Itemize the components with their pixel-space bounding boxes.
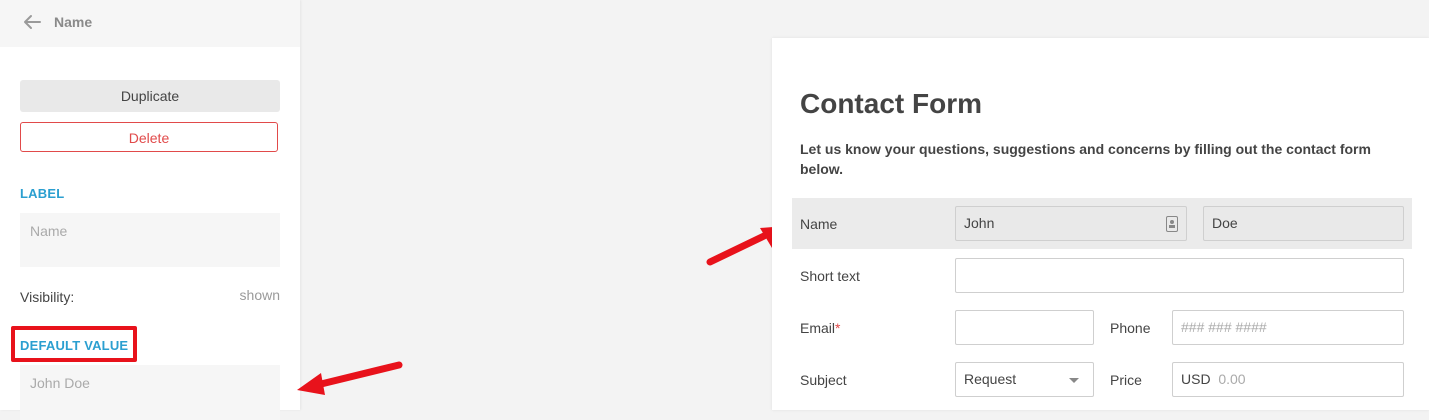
- short-text-label: Short text: [800, 268, 860, 284]
- email-label-text: Email: [800, 320, 836, 336]
- annotation-arrow-left: [297, 361, 403, 395]
- price-placeholder: 0.00: [1218, 371, 1246, 387]
- default-value-input[interactable]: John Doe: [20, 365, 280, 420]
- first-name-input[interactable]: John: [955, 206, 1187, 241]
- price-currency: USD: [1181, 371, 1211, 387]
- panel-title: Name: [54, 14, 93, 30]
- label-section-title: LABEL: [20, 186, 65, 201]
- short-text-input[interactable]: [955, 258, 1404, 293]
- form-preview-card: Contact Form Let us know your questions,…: [772, 38, 1429, 410]
- chevron-down-icon: [1069, 378, 1079, 383]
- subject-label: Subject: [800, 372, 847, 388]
- panel-header: Name: [0, 0, 300, 47]
- duplicate-button[interactable]: Duplicate: [20, 80, 280, 112]
- contact-card-icon: [1166, 216, 1178, 232]
- field-settings-panel: Name Duplicate Delete LABEL Name Visibil…: [0, 0, 300, 420]
- subject-selected-value: Request: [964, 371, 1017, 387]
- subject-select[interactable]: Request: [955, 362, 1094, 397]
- form-description: Let us know your questions, suggestions …: [800, 141, 1371, 177]
- price-input[interactable]: USD 0.00: [1172, 362, 1404, 397]
- label-input[interactable]: Name: [20, 213, 280, 267]
- price-label: Price: [1110, 372, 1142, 388]
- last-name-value: Doe: [1212, 215, 1238, 231]
- phone-placeholder: ### ### ####: [1181, 319, 1267, 335]
- visibility-label: Visibility:: [20, 289, 75, 305]
- phone-label: Phone: [1110, 320, 1151, 336]
- last-name-input[interactable]: Doe: [1203, 206, 1404, 241]
- email-label: Email*: [800, 320, 840, 336]
- email-input[interactable]: [955, 310, 1094, 345]
- name-field-label: Name: [800, 216, 838, 232]
- delete-button[interactable]: Delete: [20, 122, 278, 152]
- default-value-section-title: DEFAULT VALUE: [20, 338, 129, 353]
- back-arrow-icon[interactable]: [23, 14, 41, 30]
- form-title: Contact Form: [800, 88, 982, 119]
- phone-input[interactable]: ### ### ####: [1172, 310, 1404, 345]
- required-asterisk: *: [835, 320, 841, 336]
- first-name-value: John: [964, 215, 995, 231]
- visibility-value[interactable]: shown: [240, 287, 280, 303]
